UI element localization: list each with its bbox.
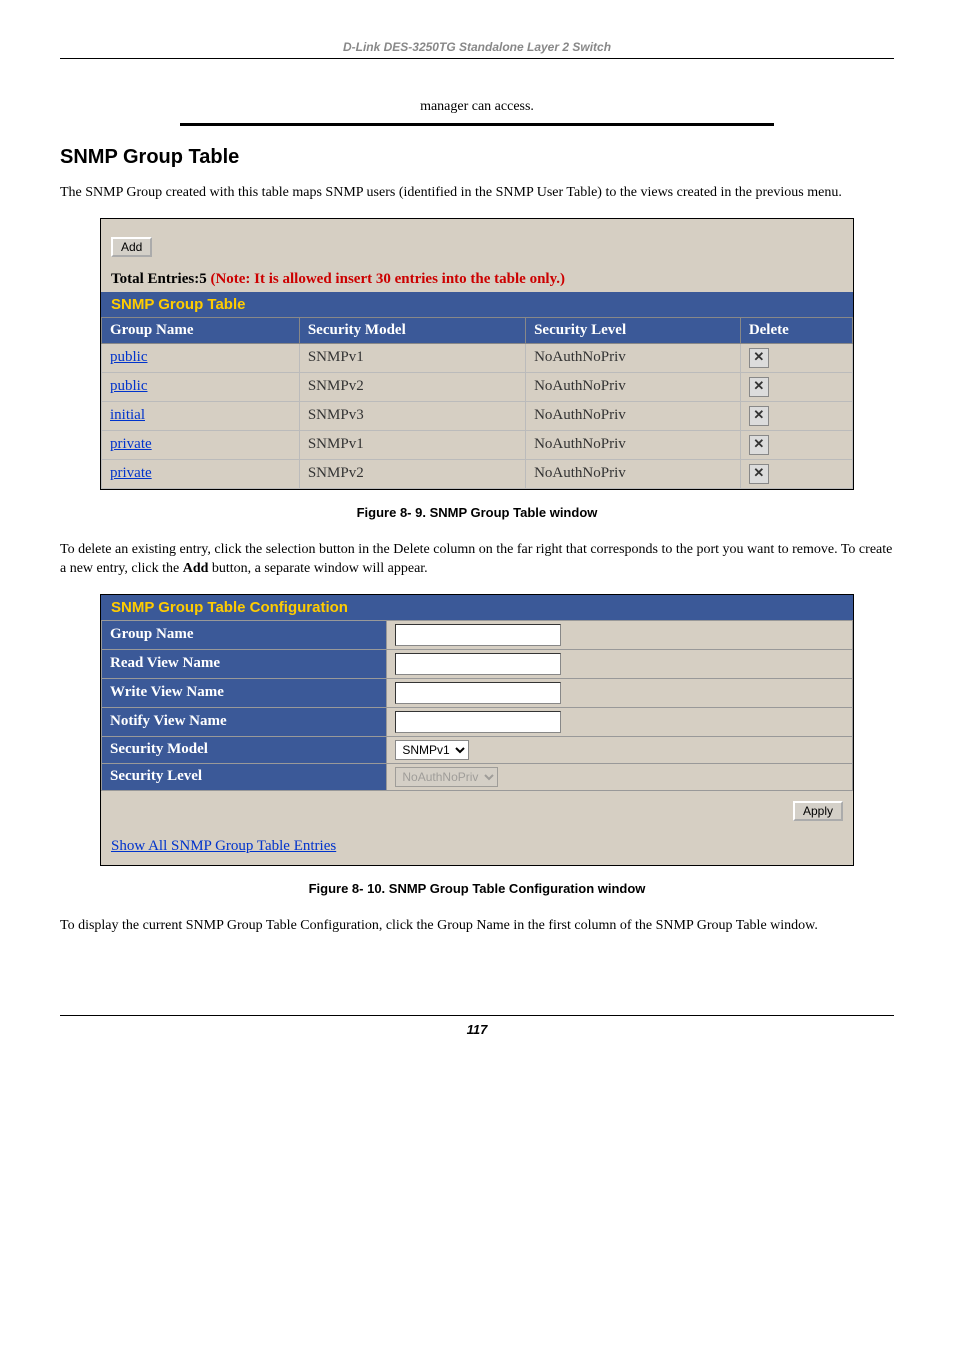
figure1-caption: Figure 8- 9. SNMP Group Table window	[60, 505, 894, 520]
para2-bold: Add	[183, 561, 209, 576]
add-button[interactable]: Add	[111, 237, 152, 257]
paragraph-3: To display the current SNMP Group Table …	[60, 916, 894, 936]
delete-icon[interactable]: ✕	[749, 377, 769, 397]
manager-text: manager can access.	[180, 99, 774, 126]
total-entries-count: Total Entries:5	[111, 271, 210, 287]
security-level-select: NoAuthNoPriv	[395, 767, 498, 787]
col-security-level: Security Level	[526, 317, 741, 343]
table-row: private SNMPv1 NoAuthNoPriv ✕	[102, 430, 853, 459]
snmp-group-table: Group Name Security Model Security Level…	[101, 317, 853, 489]
col-security-model: Security Model	[299, 317, 525, 343]
total-entries-note: (Note: It is allowed insert 30 entries i…	[210, 271, 565, 287]
group-name-link[interactable]: private	[110, 465, 152, 481]
snmp-group-table-figure: Add Total Entries:5 (Note: It is allowed…	[100, 218, 854, 490]
label-security-level: Security Level	[102, 763, 387, 790]
security-level-cell: NoAuthNoPriv	[526, 343, 741, 372]
group-name-link[interactable]: public	[110, 349, 148, 365]
col-group-name: Group Name	[102, 317, 300, 343]
config-table: Group Name Read View Name Write View Nam…	[101, 620, 853, 791]
notify-view-input[interactable]	[395, 711, 561, 733]
security-model-cell: SNMPv2	[299, 459, 525, 488]
security-model-select[interactable]: SNMPv1	[395, 740, 469, 760]
security-model-cell: SNMPv2	[299, 372, 525, 401]
section-title: SNMP Group Table	[60, 146, 894, 169]
label-group-name: Group Name	[102, 620, 387, 649]
group-name-input[interactable]	[395, 624, 561, 646]
security-model-cell: SNMPv1	[299, 430, 525, 459]
security-level-cell: NoAuthNoPriv	[526, 459, 741, 488]
delete-icon[interactable]: ✕	[749, 464, 769, 484]
paragraph-2: To delete an existing entry, click the s…	[60, 540, 894, 579]
page-number: 117	[60, 1015, 894, 1037]
security-level-cell: NoAuthNoPriv	[526, 401, 741, 430]
group-name-link[interactable]: public	[110, 378, 148, 394]
label-notify-view: Notify View Name	[102, 707, 387, 736]
write-view-input[interactable]	[395, 682, 561, 704]
read-view-input[interactable]	[395, 653, 561, 675]
delete-icon[interactable]: ✕	[749, 348, 769, 368]
page-header: D-Link DES-3250TG Standalone Layer 2 Swi…	[60, 40, 894, 59]
security-level-cell: NoAuthNoPriv	[526, 430, 741, 459]
security-model-cell: SNMPv1	[299, 343, 525, 372]
delete-icon[interactable]: ✕	[749, 406, 769, 426]
col-delete: Delete	[740, 317, 852, 343]
label-security-model: Security Model	[102, 736, 387, 763]
figure2-caption: Figure 8- 10. SNMP Group Table Configura…	[60, 881, 894, 896]
apply-row: Apply	[101, 791, 853, 831]
table-row: private SNMPv2 NoAuthNoPriv ✕	[102, 459, 853, 488]
label-write-view: Write View Name	[102, 678, 387, 707]
table-row: public SNMPv2 NoAuthNoPriv ✕	[102, 372, 853, 401]
table-row: initial SNMPv3 NoAuthNoPriv ✕	[102, 401, 853, 430]
snmp-group-config-figure: SNMP Group Table Configuration Group Nam…	[100, 594, 854, 866]
show-all-link[interactable]: Show All SNMP Group Table Entries	[111, 838, 336, 854]
total-entries: Total Entries:5 (Note: It is allowed ins…	[101, 267, 853, 292]
security-level-cell: NoAuthNoPriv	[526, 372, 741, 401]
table1-title: SNMP Group Table	[101, 292, 853, 317]
para2-after: button, a separate window will appear.	[208, 561, 427, 576]
table-row: public SNMPv1 NoAuthNoPriv ✕	[102, 343, 853, 372]
security-model-cell: SNMPv3	[299, 401, 525, 430]
show-all-container: Show All SNMP Group Table Entries	[101, 831, 853, 865]
label-read-view: Read View Name	[102, 649, 387, 678]
intro-paragraph: The SNMP Group created with this table m…	[60, 183, 894, 203]
group-name-link[interactable]: initial	[110, 407, 145, 423]
delete-icon[interactable]: ✕	[749, 435, 769, 455]
table2-title: SNMP Group Table Configuration	[101, 595, 853, 620]
apply-button[interactable]: Apply	[793, 801, 843, 821]
group-name-link[interactable]: private	[110, 436, 152, 452]
